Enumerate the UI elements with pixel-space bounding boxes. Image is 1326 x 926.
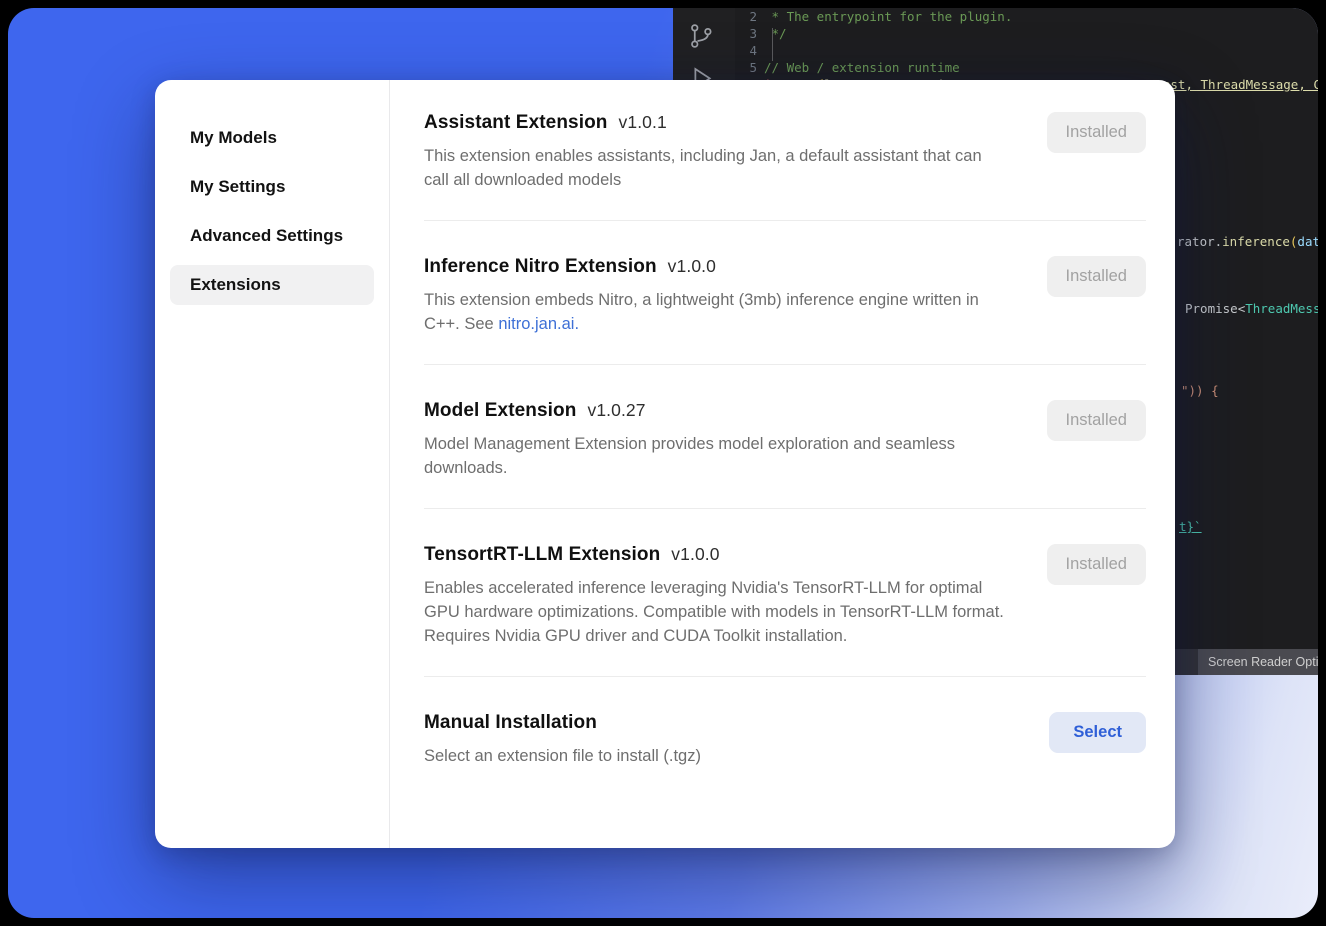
extension-description: This extension enables assistants, inclu… (424, 144, 1009, 192)
line-number: 2 (733, 8, 757, 25)
installed-button[interactable]: Installed (1047, 544, 1146, 585)
row-divider (424, 220, 1146, 221)
source-control-icon[interactable] (686, 21, 716, 51)
code-token: inference (1222, 234, 1290, 249)
select-file-button[interactable]: Select (1049, 712, 1146, 753)
extension-title: TensortRT-LLM Extension v1.0.0 (424, 544, 1009, 566)
code-token: t}` (1179, 519, 1202, 534)
code-token: rator. (1177, 234, 1222, 249)
extension-description: Model Management Extension provides mode… (424, 432, 1009, 480)
cursor-indent-guide (772, 28, 773, 61)
manual-installation-description: Select an extension file to install (.tg… (424, 744, 701, 768)
extension-row-inference-nitro: Inference Nitro Extension v1.0.0 This ext… (424, 256, 1146, 336)
extension-description: This extension embeds Nitro, a lightweig… (424, 288, 1009, 336)
row-divider (424, 676, 1146, 677)
extension-title: Inference Nitro Extension v1.0.0 (424, 256, 1009, 278)
installed-button[interactable]: Installed (1047, 256, 1146, 297)
code-fragment-inference: rator.inference(data)); (1177, 233, 1318, 250)
manual-installation-title: Manual Installation (424, 712, 701, 734)
code-token: ThreadMessage (1245, 301, 1318, 316)
extension-version: v1.0.27 (587, 400, 645, 420)
screenshot-canvas: 2 3 4 5 6 * The entrypoint for the plugi… (0, 0, 1326, 926)
extension-version: v1.0.0 (671, 544, 719, 564)
sidebar-item-extensions[interactable]: Extensions (170, 265, 374, 305)
line-number: 5 (733, 59, 757, 76)
row-divider (424, 508, 1146, 509)
code-token: data (1297, 234, 1318, 249)
line-number: 4 (733, 42, 757, 59)
extension-row-assistant: Assistant Extension v1.0.1 This extension… (424, 112, 1146, 192)
settings-modal: My Models My Settings Advanced Settings … (155, 80, 1175, 848)
code-fragment-promise: Promise<ThreadMessage> (1185, 300, 1318, 317)
extension-name: Model Extension (424, 400, 576, 421)
installed-button[interactable]: Installed (1047, 112, 1146, 153)
extension-version: v1.0.1 (619, 112, 667, 132)
extension-name: Assistant Extension (424, 112, 608, 133)
sidebar-item-advanced-settings[interactable]: Advanced Settings (170, 216, 374, 256)
code-fragment-template: t}` (1179, 518, 1202, 535)
extension-name: TensortRT-LLM Extension (424, 544, 660, 565)
row-divider (424, 364, 1146, 365)
extension-name: Inference Nitro Extension (424, 256, 657, 277)
extension-title: Assistant Extension v1.0.1 (424, 112, 1009, 134)
screen-reader-optimized-badge[interactable]: Screen Reader Optimized (1198, 649, 1318, 675)
code-line-comment: */ (764, 25, 787, 42)
extension-version: v1.0.0 (668, 256, 716, 276)
extension-row-tensorrt-llm: TensortRT-LLM Extension v1.0.0 Enables ac… (424, 544, 1146, 648)
extensions-panel: Assistant Extension v1.0.1 This extension… (390, 80, 1175, 848)
extension-description: Enables accelerated inference leveraging… (424, 576, 1009, 648)
sidebar-item-my-settings[interactable]: My Settings (170, 167, 374, 207)
settings-sidebar: My Models My Settings Advanced Settings … (155, 80, 390, 848)
code-line-comment: // Web / extension runtime (764, 59, 960, 76)
code-token: ")) { (1181, 383, 1219, 398)
sidebar-item-my-models[interactable]: My Models (170, 118, 374, 158)
extension-title: Model Extension v1.0.27 (424, 400, 1009, 422)
code-line-comment: * The entrypoint for the plugin. (764, 8, 1012, 25)
installed-button[interactable]: Installed (1047, 400, 1146, 441)
extension-row-model: Model Extension v1.0.27 Model Management … (424, 400, 1146, 480)
line-number: 3 (733, 25, 757, 42)
code-fragment-string: ")) { (1181, 382, 1219, 399)
manual-installation-row: Manual Installation Select an extension … (424, 712, 1146, 768)
nitro-jan-ai-link[interactable]: nitro.jan.ai. (498, 315, 579, 333)
code-token: Promise (1185, 301, 1238, 316)
